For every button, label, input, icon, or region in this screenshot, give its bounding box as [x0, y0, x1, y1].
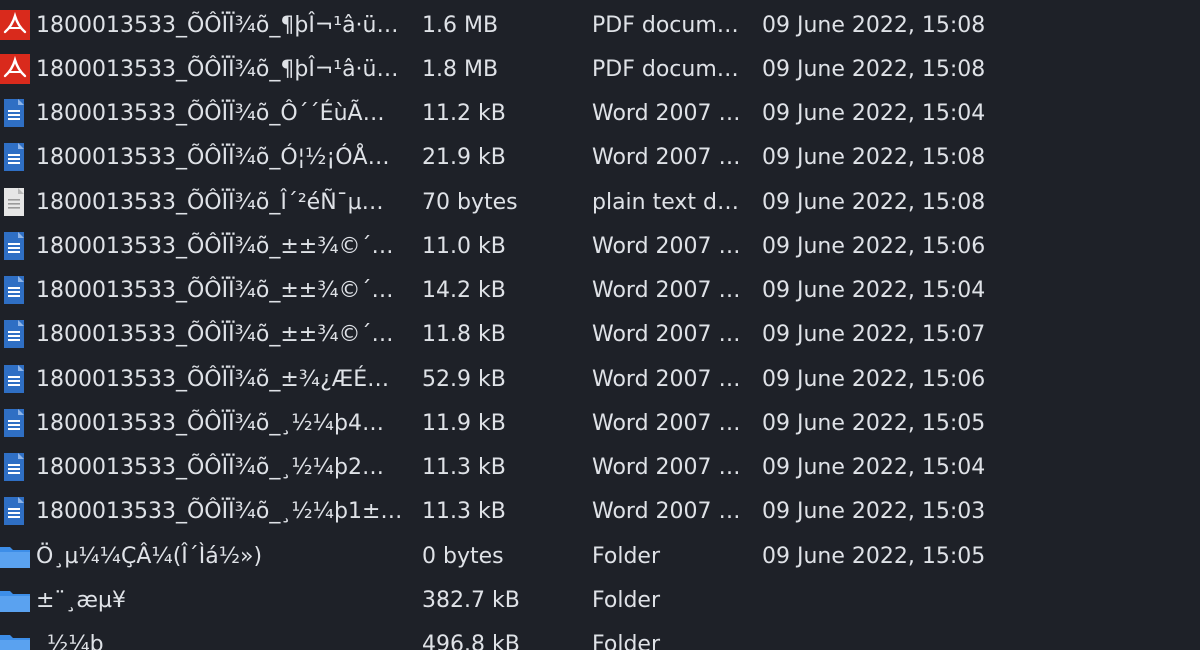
file-size: 70 bytes [422, 190, 518, 215]
file-modified: 09 June 2022, 15:06 [762, 367, 986, 392]
pdf-icon [0, 54, 30, 84]
file-type: Word 2007 … [592, 278, 741, 303]
folder-size: 382.7 kB [422, 588, 520, 613]
file-name: 1800013533_ÕÔÏÏ¾õ_Ô´´ÉùÃ… [36, 101, 385, 126]
folder-icon [0, 591, 30, 612]
folder-modified: 09 June 2022, 15:05 [762, 544, 986, 569]
file-size: 11.3 kB [422, 499, 506, 524]
file-row[interactable]: 1800013533_ÕÔÏÏ¾õ_±±¾©´… 11.8 kB Word 20… [0, 313, 1200, 357]
folder-icon [0, 547, 30, 568]
file-modified: 09 June 2022, 15:06 [762, 234, 986, 259]
folder-name: ¸½¼þ [36, 632, 104, 650]
file-row[interactable]: 1800013533_ÕÔÏÏ¾õ_¶þÎ¬¹â·ü… 1.6 MB PDF d… [0, 4, 1200, 48]
file-size: 11.2 kB [422, 101, 506, 126]
file-modified: 09 June 2022, 15:04 [762, 278, 986, 303]
folder-row[interactable]: ¸½¼þ 496.8 kB Folder [0, 623, 1200, 650]
file-modified: 09 June 2022, 15:07 [762, 322, 986, 347]
file-name: 1800013533_ÕÔÏÏ¾õ_¸½¼þ4… [36, 411, 384, 436]
file-modified: 09 June 2022, 15:03 [762, 499, 986, 524]
file-row[interactable]: 1800013533_ÕÔÏÏ¾õ_¶þÎ¬¹â·ü… 1.8 MB PDF d… [0, 48, 1200, 92]
file-modified: 09 June 2022, 15:05 [762, 411, 986, 436]
file-type: PDF docum… [592, 13, 739, 38]
folder-size: 496.8 kB [422, 632, 520, 650]
file-modified: 09 June 2022, 15:04 [762, 101, 986, 126]
word-document-icon [4, 99, 24, 127]
file-type: plain text d… [592, 190, 739, 215]
word-document-icon [4, 320, 24, 348]
word-document-icon [4, 497, 24, 525]
pdf-icon [0, 10, 30, 40]
folder-type: Folder [592, 588, 660, 613]
file-modified: 09 June 2022, 15:08 [762, 13, 986, 38]
folder-type: Folder [592, 544, 660, 569]
file-type: Word 2007 … [592, 101, 741, 126]
word-document-icon [4, 143, 24, 171]
file-size: 14.2 kB [422, 278, 506, 303]
folder-name: Ö¸µ¼¼ÇÂ¼(Î´Ìá½») [36, 544, 263, 569]
file-modified: 09 June 2022, 15:04 [762, 455, 986, 480]
file-type: PDF docum… [592, 57, 739, 82]
file-list: 1800013533_ÕÔÏÏ¾õ_¶þÎ¬¹â·ü… 1.6 MB PDF d… [0, 0, 1200, 650]
file-type: Word 2007 … [592, 367, 741, 392]
file-row[interactable]: 1800013533_ÕÔÏÏ¾õ_¸½¼þ1±… 11.3 kB Word 2… [0, 490, 1200, 534]
file-name: 1800013533_ÕÔÏÏ¾õ_±±¾©´… [36, 234, 394, 259]
file-row[interactable]: 1800013533_ÕÔÏÏ¾õ_Ô´´ÉùÃ… 11.2 kB Word 2… [0, 92, 1200, 136]
file-row[interactable]: 1800013533_ÕÔÏÏ¾õ_±±¾©´… 11.0 kB Word 20… [0, 225, 1200, 269]
folder-row[interactable]: ±¨¸æµ¥ 382.7 kB Folder [0, 579, 1200, 623]
file-size: 11.8 kB [422, 322, 506, 347]
file-row[interactable]: 1800013533_ÕÔÏÏ¾õ_¸½¼þ4… 11.9 kB Word 20… [0, 402, 1200, 446]
word-document-icon [4, 365, 24, 393]
file-size: 11.9 kB [422, 411, 506, 436]
file-size: 21.9 kB [422, 145, 506, 170]
file-row[interactable]: 1800013533_ÕÔÏÏ¾õ_Î´²éÑ¯µ… 70 bytes plai… [0, 181, 1200, 225]
folder-row[interactable]: Ö¸µ¼¼ÇÂ¼(Î´Ìá½») 0 bytes Folder 09 June … [0, 535, 1200, 579]
file-type: Word 2007 … [592, 145, 741, 170]
folder-name: ±¨¸æµ¥ [36, 588, 127, 613]
file-modified: 09 June 2022, 15:08 [762, 190, 986, 215]
file-modified: 09 June 2022, 15:08 [762, 145, 986, 170]
file-size: 11.0 kB [422, 234, 506, 259]
file-type: Word 2007 … [592, 322, 741, 347]
folder-modified [762, 579, 1192, 623]
file-type: Word 2007 … [592, 234, 741, 259]
file-name: 1800013533_ÕÔÏÏ¾õ_¶þÎ¬¹â·ü… [36, 57, 399, 82]
file-size: 1.8 MB [422, 57, 499, 82]
file-type: Word 2007 … [592, 455, 741, 480]
file-size: 11.3 kB [422, 455, 506, 480]
file-size: 52.9 kB [422, 367, 506, 392]
file-name: 1800013533_ÕÔÏÏ¾õ_±±¾©´… [36, 322, 394, 347]
word-document-icon [4, 232, 24, 260]
file-name: 1800013533_ÕÔÏÏ¾õ_¸½¼þ2… [36, 455, 384, 480]
folder-type: Folder [592, 632, 660, 650]
file-name: 1800013533_ÕÔÏÏ¾õ_Ó¦½¡ÓÅ… [36, 145, 390, 170]
word-document-icon [4, 409, 24, 437]
file-row[interactable]: 1800013533_ÕÔÏÏ¾õ_¸½¼þ2… 11.3 kB Word 20… [0, 446, 1200, 490]
folder-icon [0, 635, 30, 650]
file-name: 1800013533_ÕÔÏÏ¾õ_±¾¿ÆÉ… [36, 367, 390, 392]
file-row[interactable]: 1800013533_ÕÔÏÏ¾õ_Ó¦½¡ÓÅ… 21.9 kB Word 2… [0, 136, 1200, 180]
folder-size: 0 bytes [422, 544, 504, 569]
word-document-icon [4, 276, 24, 304]
file-type: Word 2007 … [592, 499, 741, 524]
file-row[interactable]: 1800013533_ÕÔÏÏ¾õ_±±¾©´… 14.2 kB Word 20… [0, 269, 1200, 313]
file-type: Word 2007 … [592, 411, 741, 436]
file-name: 1800013533_ÕÔÏÏ¾õ_¸½¼þ1±… [36, 499, 403, 524]
file-row[interactable]: 1800013533_ÕÔÏÏ¾õ_±¾¿ÆÉ… 52.9 kB Word 20… [0, 358, 1200, 402]
folder-modified [762, 623, 1192, 650]
word-document-icon [4, 453, 24, 481]
file-name: 1800013533_ÕÔÏÏ¾õ_±±¾©´… [36, 278, 394, 303]
file-name: 1800013533_ÕÔÏÏ¾õ_¶þÎ¬¹â·ü… [36, 13, 399, 38]
file-modified: 09 June 2022, 15:08 [762, 57, 986, 82]
file-size: 1.6 MB [422, 13, 499, 38]
file-name: 1800013533_ÕÔÏÏ¾õ_Î´²éÑ¯µ… [36, 190, 384, 215]
text-file-icon [4, 188, 24, 216]
